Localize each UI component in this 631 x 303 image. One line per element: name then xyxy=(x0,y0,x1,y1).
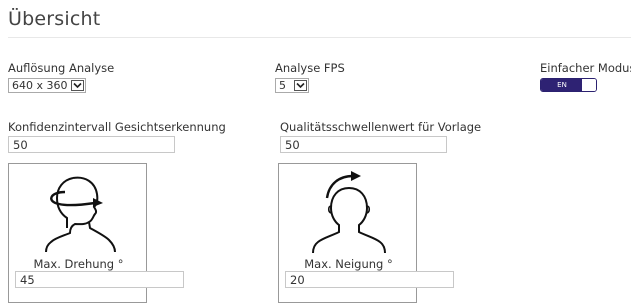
quality-label: Qualitätsschwellenwert für Vorlage xyxy=(280,120,482,134)
toggle-on-label: EN xyxy=(541,79,583,91)
fps-select[interactable]: 5 xyxy=(275,78,309,93)
quality-value: 50 xyxy=(285,137,300,152)
confidence-value: 50 xyxy=(13,137,28,152)
rotation-value: 45 xyxy=(20,272,35,287)
tilt-input[interactable]: 20 xyxy=(285,271,454,288)
chevron-down-icon[interactable] xyxy=(71,80,84,91)
page-title: Übersicht xyxy=(8,8,101,30)
resolution-label: Auflösung Analyse xyxy=(8,61,115,75)
resolution-select[interactable]: 640 x 360 xyxy=(8,78,86,93)
quality-input[interactable]: 50 xyxy=(280,136,447,153)
rotation-card: Max. Drehung ° 45 xyxy=(8,163,184,303)
fps-label: Analyse FPS xyxy=(275,61,345,75)
tilt-value: 20 xyxy=(290,272,305,287)
tilt-caption: Max. Neigung ° xyxy=(304,257,393,271)
confidence-input[interactable]: 50 xyxy=(8,136,175,153)
rotation-caption: Max. Drehung ° xyxy=(33,257,124,271)
title-divider xyxy=(8,37,631,38)
rotation-input[interactable]: 45 xyxy=(15,271,184,288)
fps-value: 5 xyxy=(279,79,286,92)
confidence-label: Konfidenzintervall Gesichtserkennung xyxy=(8,120,226,134)
resolution-value: 640 x 360 xyxy=(12,79,68,92)
head-tilt-icon xyxy=(312,171,386,254)
simple-mode-label: Einfacher Modus xyxy=(540,61,631,75)
toggle-knob xyxy=(582,79,596,91)
tilt-card: Max. Neigung ° 20 xyxy=(278,163,454,303)
chevron-down-icon[interactable] xyxy=(294,80,307,91)
head-turn-icon xyxy=(45,176,116,253)
simple-mode-toggle[interactable]: EN xyxy=(540,78,597,92)
